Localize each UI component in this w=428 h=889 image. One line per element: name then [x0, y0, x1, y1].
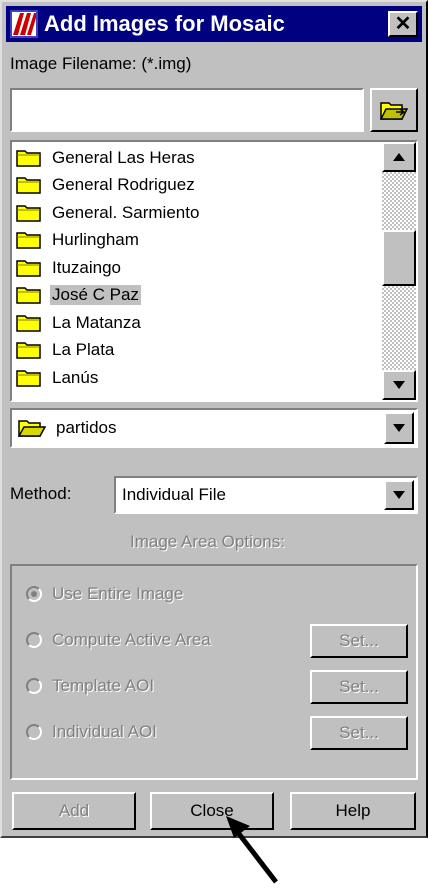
folder-icon [16, 260, 41, 277]
list-item[interactable]: Ituzaingo [12, 254, 382, 282]
browse-button[interactable] [370, 88, 418, 132]
folder-icon [16, 287, 41, 304]
list-item[interactable]: José C Paz [12, 282, 382, 310]
help-button[interactable]: Help [290, 792, 416, 830]
folder-icon [16, 232, 41, 249]
help-label: Help [335, 801, 371, 820]
radio-button[interactable] [26, 586, 42, 602]
directory-combo[interactable]: partidos [10, 408, 418, 448]
close-icon: ✕ [394, 13, 412, 35]
method-value: Individual File [122, 485, 226, 504]
set-active-area-button[interactable]: Set... [310, 624, 408, 658]
set-label: Set... [339, 631, 379, 650]
image-area-options-label: Image Area Options: [130, 532, 285, 551]
list-item[interactable]: La Matanza [12, 309, 382, 337]
list-item-label: Hurlingham [52, 230, 139, 250]
mosaic-app-icon [10, 10, 38, 38]
radio-individual-aoi[interactable]: Individual AOI [26, 722, 157, 742]
add-button[interactable]: Add [12, 792, 136, 830]
list-item[interactable]: General. Sarmiento [12, 199, 382, 227]
folder-icon [16, 177, 41, 194]
radio-compute-active-area[interactable]: Compute Active Area [26, 630, 211, 650]
list-item-label: General Rodriguez [52, 175, 195, 195]
list-item[interactable]: La Plata [12, 337, 382, 365]
dropdown-arrow-icon [393, 491, 405, 499]
open-folder-icon [380, 102, 408, 120]
list-item-label: La Plata [52, 340, 115, 360]
radio-label: Compute Active Area [52, 630, 211, 649]
method-select[interactable]: Individual File [114, 476, 418, 514]
set-label: Set... [339, 723, 379, 742]
method-dropdown-button[interactable] [384, 480, 414, 510]
folder-icon [16, 342, 41, 359]
radio-label: Template AOI [52, 676, 155, 695]
list-scrollbar[interactable] [382, 142, 416, 400]
list-item-label: Lanús [52, 367, 99, 387]
open-folder-icon [18, 420, 46, 437]
method-label: Method: [10, 484, 72, 503]
folder-icon [16, 205, 41, 222]
add-label: Add [58, 801, 90, 820]
set-label: Set... [339, 677, 379, 696]
list-item-label: Ituzaingo [52, 257, 121, 277]
radio-button[interactable] [26, 724, 42, 740]
list-item[interactable]: Lanús [12, 364, 382, 392]
folder-icon [16, 370, 41, 387]
title-bar[interactable]: Add Images for Mosaic ✕ [6, 6, 422, 42]
scroll-up-button[interactable] [382, 142, 416, 172]
radio-label: Use Entire Image [52, 584, 184, 603]
image-filename-label: Image Filename: (*.img) [10, 54, 192, 73]
folder-icon [16, 150, 41, 167]
radio-use-entire-image[interactable]: Use Entire Image [26, 584, 183, 604]
dropdown-arrow-icon [393, 424, 405, 432]
scroll-down-button[interactable] [382, 370, 416, 400]
list-item[interactable]: Hurlingham [12, 227, 382, 255]
radio-label: Individual AOI [52, 722, 157, 741]
directory-dropdown-button[interactable] [384, 412, 414, 444]
scroll-thumb[interactable] [382, 230, 416, 286]
scroll-up-arrow-icon [393, 153, 405, 161]
list-item[interactable]: General Rodriguez [12, 172, 382, 200]
image-area-options-group: Use Entire Image Compute Active Area Set… [10, 564, 418, 780]
list-item[interactable]: General Las Heras [12, 144, 382, 172]
scroll-down-arrow-icon [393, 381, 405, 389]
list-item-label: General Las Heras [52, 147, 195, 167]
radio-button[interactable] [26, 632, 42, 648]
list-item-label: General. Sarmiento [52, 202, 200, 222]
window-title: Add Images for Mosaic [44, 11, 285, 36]
set-template-aoi-button[interactable]: Set... [310, 670, 408, 704]
add-images-dialog: Add Images for Mosaic ✕ Image Filename: … [0, 0, 428, 838]
set-individual-aoi-button[interactable]: Set... [310, 716, 408, 750]
close-window-button[interactable]: ✕ [388, 11, 418, 37]
radio-template-aoi[interactable]: Template AOI [26, 676, 154, 696]
radio-button[interactable] [26, 678, 42, 694]
image-filename-field[interactable] [10, 88, 364, 132]
folder-icon [16, 315, 41, 332]
list-item-label: La Matanza [52, 312, 141, 332]
folder-list[interactable]: General Las Heras General Rodriguez Genera… [10, 140, 418, 402]
directory-value: partidos [56, 418, 117, 437]
pointer-arrow-icon [226, 816, 278, 884]
list-item-label: José C Paz [50, 285, 141, 306]
